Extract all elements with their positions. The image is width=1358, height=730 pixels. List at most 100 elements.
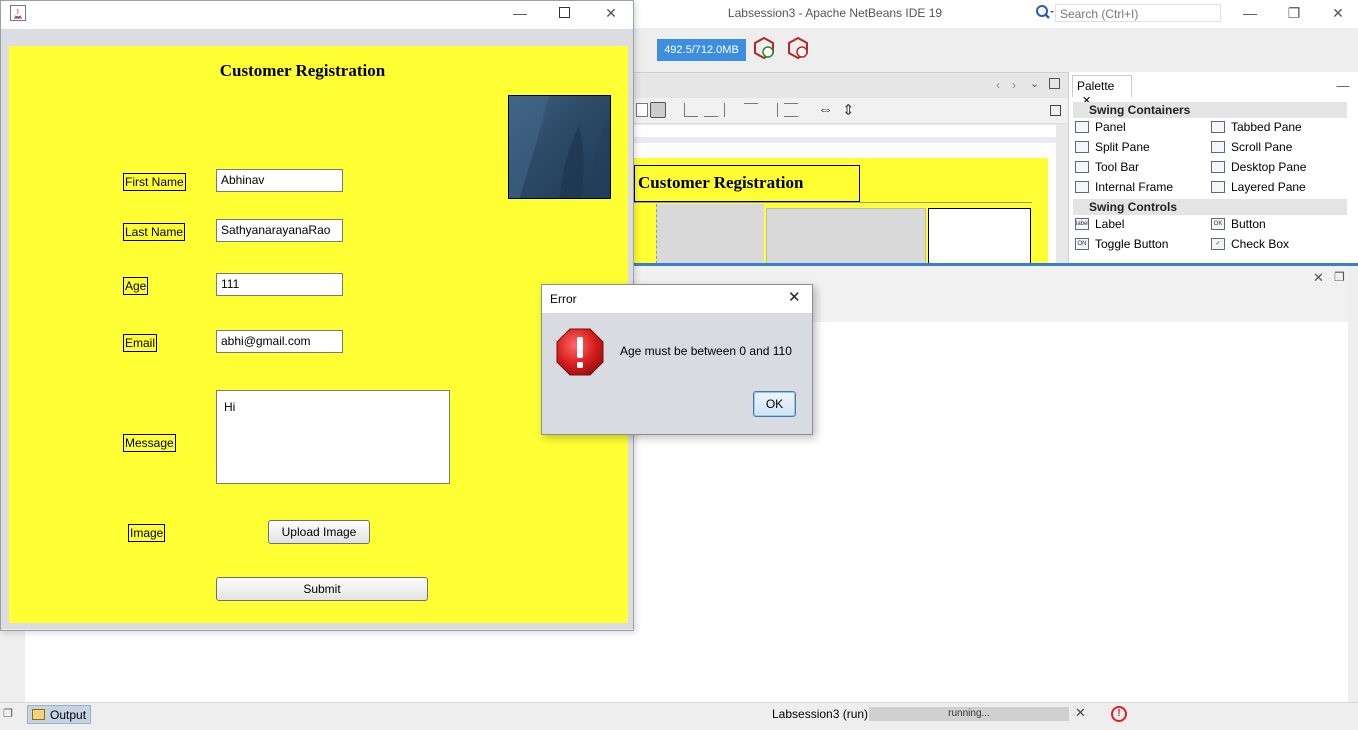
align-bottom-icon[interactable] <box>764 103 778 117</box>
scroll-pane-icon <box>1211 141 1225 153</box>
form-title: Customer Registration <box>219 61 386 80</box>
split-pane-icon <box>1075 141 1089 153</box>
search-input[interactable]: Search (Ctrl+I) <box>1055 4 1221 22</box>
last-name-field[interactable]: SathyanarayanaRao <box>216 219 343 242</box>
memory-indicator[interactable]: 492.5/712.0MB <box>657 39 746 61</box>
registration-title-bar <box>1 1 633 29</box>
ide-search-box[interactable]: Search (Ctrl+I) <box>1035 4 1223 22</box>
form-designer-toolbar: ⇔ ⇕ <box>634 98 1068 124</box>
align-left-icon[interactable] <box>684 103 698 117</box>
align-top-icon[interactable] <box>744 103 758 117</box>
ok-button[interactable]: OK <box>753 391 796 417</box>
output-icon <box>32 709 45 720</box>
first-name-label: First Name <box>123 173 186 191</box>
error-dialog-title: Error <box>550 292 577 306</box>
notification-icon[interactable]: ! <box>1111 706 1127 722</box>
preview-icon[interactable] <box>636 103 648 117</box>
align-center-icon[interactable] <box>724 103 738 117</box>
panel-icon <box>1075 121 1089 133</box>
preview-design-icon[interactable] <box>650 102 666 118</box>
restore-window-icon[interactable]: ❐ <box>3 707 13 720</box>
age-field[interactable]: 111 <box>216 273 343 296</box>
check-box-icon: ✓ <box>1211 238 1225 250</box>
palette-category-swing-containers[interactable]: Swing Containers <box>1073 102 1347 118</box>
align-middle-icon[interactable] <box>784 103 798 117</box>
tabbed-pane-icon <box>1211 121 1225 133</box>
layered-pane-icon <box>1211 181 1225 193</box>
minimize-icon[interactable]: — <box>1240 4 1260 22</box>
palette-item-toggle-button[interactable]: ON Toggle Button <box>1075 234 1210 254</box>
button-icon: OK <box>1211 218 1225 230</box>
error-icon <box>556 328 604 376</box>
design-component-placeholder[interactable] <box>656 204 764 264</box>
status-bar <box>0 702 1358 730</box>
restore-icon[interactable]: ❐ <box>1284 4 1304 22</box>
resize-horizontal-icon[interactable]: ⇔ <box>818 101 833 118</box>
design-ruler <box>634 137 1056 143</box>
close-icon[interactable]: ✕ <box>601 4 621 22</box>
close-icon[interactable]: ✕ <box>788 288 801 306</box>
align-right-icon[interactable] <box>704 103 718 117</box>
palette-category-label: Swing Controls <box>1089 200 1177 214</box>
desktop-pane-icon <box>1211 161 1225 173</box>
email-label: Email <box>123 334 158 352</box>
design-component-placeholder[interactable] <box>766 208 926 264</box>
run-progress-bar: running... <box>869 707 1069 721</box>
label-icon: label <box>1075 218 1089 230</box>
palette-item-tool-bar[interactable]: Tool Bar <box>1075 157 1210 177</box>
window-menu-icon[interactable] <box>1050 105 1061 116</box>
upload-image-button[interactable]: Upload Image <box>268 520 370 544</box>
minimize-icon[interactable]: — <box>1336 78 1350 93</box>
email-field[interactable]: abhi@gmail.com <box>216 330 343 353</box>
palette-item-layered-pane[interactable]: Layered Pane <box>1211 177 1346 197</box>
submit-button[interactable]: Submit <box>216 577 428 601</box>
palette-item-button[interactable]: OK Button <box>1211 214 1346 234</box>
palette-tab-label: Palette <box>1077 79 1115 93</box>
profile-snapshot-icon[interactable] <box>786 36 810 60</box>
message-textarea[interactable]: Hi <box>216 390 450 484</box>
palette-item-panel[interactable]: Panel <box>1075 117 1210 137</box>
maximize-icon[interactable] <box>1049 78 1060 89</box>
palette-item-tabbed-pane[interactable]: Tabbed Pane <box>1211 117 1346 137</box>
palette-item-split-pane[interactable]: Split Pane <box>1075 137 1210 157</box>
close-icon[interactable]: ✕ <box>1313 270 1324 286</box>
error-dialog-title-bar <box>542 285 812 313</box>
image-label: Image <box>128 524 166 542</box>
image-preview <box>508 95 611 199</box>
close-icon[interactable]: ✕ <box>1328 4 1348 22</box>
design-title-label[interactable]: Customer Registration <box>638 173 803 193</box>
toggle-button-icon: ON <box>1075 238 1089 250</box>
output-minimized-tab[interactable]: Output <box>27 705 91 724</box>
first-name-field[interactable]: Abhinav <box>216 169 343 192</box>
internal-frame-icon <box>1075 181 1089 193</box>
scroll-right-icon[interactable]: › <box>1012 78 1016 92</box>
minimize-icon[interactable]: — <box>510 4 530 22</box>
wallpaper-image <box>509 96 610 198</box>
search-icon[interactable] <box>1035 4 1055 22</box>
chevron-down-icon[interactable]: ⌄ <box>1030 77 1039 90</box>
palette-item-check-box[interactable]: ✓ Check Box <box>1211 234 1346 254</box>
right-sidebar <box>1348 266 1358 702</box>
restore-icon[interactable]: ❐ <box>1334 270 1345 284</box>
palette-item-label[interactable]: label Label <box>1075 214 1210 234</box>
palette-item-internal-frame[interactable]: Internal Frame <box>1075 177 1210 197</box>
editor-tab-bar: ‹ › ⌄ <box>634 74 1068 98</box>
design-image-label[interactable] <box>928 208 1031 264</box>
error-message: Age must be between 0 and 110 <box>620 344 792 358</box>
profile-icon[interactable] <box>752 36 776 60</box>
scroll-left-icon[interactable]: ‹ <box>996 78 1000 92</box>
last-name-label: Last Name <box>123 223 186 241</box>
resize-vertical-icon[interactable]: ⇕ <box>842 101 855 119</box>
output-tab-label: Output <box>50 707 87 722</box>
palette-tab[interactable]: Palette ✕ <box>1072 75 1132 107</box>
left-sidebar <box>0 630 25 702</box>
run-task-label: Labsession3 (run) <box>772 707 869 721</box>
palette-item-scroll-pane[interactable]: Scroll Pane <box>1211 137 1346 157</box>
palette-category-swing-controls[interactable]: Swing Controls <box>1073 199 1347 215</box>
stop-icon[interactable]: ✕ <box>1075 705 1086 721</box>
java-icon <box>10 5 26 21</box>
maximize-icon[interactable] <box>559 7 570 18</box>
palette-category-label: Swing Containers <box>1089 103 1191 117</box>
palette-item-desktop-pane[interactable]: Desktop Pane <box>1211 157 1346 177</box>
ide-window-title: Labsession3 - Apache NetBeans IDE 19 <box>727 6 943 20</box>
